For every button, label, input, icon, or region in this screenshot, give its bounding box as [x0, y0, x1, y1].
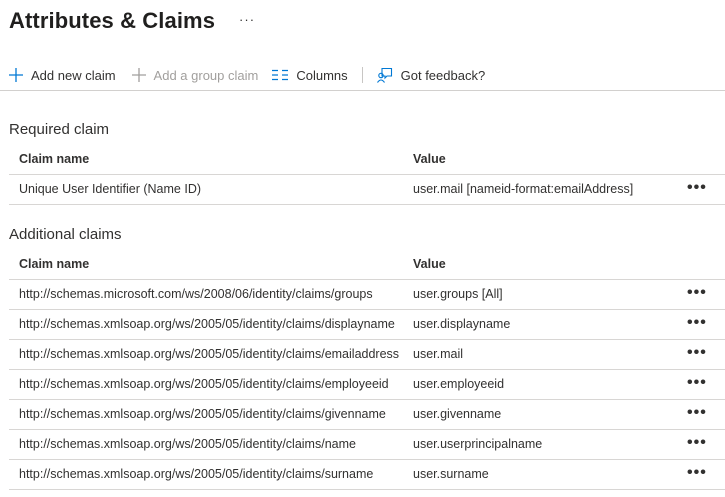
column-header-value[interactable]: Value [413, 250, 446, 279]
table-row[interactable]: http://schemas.xmlsoap.org/ws/2005/05/id… [9, 370, 725, 400]
table-row[interactable]: http://schemas.xmlsoap.org/ws/2005/05/id… [9, 430, 725, 460]
page-more-menu-button[interactable]: ··· [239, 12, 255, 27]
more-icon[interactable]: ••• [687, 280, 707, 306]
more-icon[interactable]: ••• [687, 460, 707, 486]
claim-name-cell: http://schemas.xmlsoap.org/ws/2005/05/id… [19, 377, 389, 391]
claim-value-cell: user.mail [nameid-format:emailAddress] [413, 182, 634, 196]
required-claim-heading: Required claim [9, 121, 110, 138]
add-icon [9, 68, 23, 82]
table-row[interactable]: http://schemas.xmlsoap.org/ws/2005/05/id… [9, 310, 725, 340]
page-header: Attributes & Claims ··· [9, 4, 255, 38]
claim-name-cell: http://schemas.xmlsoap.org/ws/2005/05/id… [19, 347, 400, 361]
feedback-label: Got feedback? [400, 67, 486, 83]
add-group-claim-label: Add a group claim [153, 67, 259, 83]
more-icon[interactable]: ••• [687, 175, 707, 201]
claim-name-cell: http://schemas.xmlsoap.org/ws/2005/05/id… [19, 317, 395, 331]
toolbar-divider-line [0, 90, 725, 91]
add-new-claim-label: Add new claim [31, 67, 116, 83]
add-new-claim-button[interactable]: Add new claim [9, 60, 116, 90]
more-icon[interactable]: ••• [687, 370, 707, 396]
claim-name-cell: http://schemas.xmlsoap.org/ws/2005/05/id… [19, 467, 374, 481]
column-header-value[interactable]: Value [413, 145, 446, 174]
claim-value-cell: user.groups [All] [413, 287, 503, 301]
table-header-row: Claim name Value [9, 145, 725, 175]
additional-claims-table: Claim name Value http://schemas.microsof… [9, 250, 725, 490]
table-row[interactable]: http://schemas.microsoft.com/ws/2008/06/… [9, 280, 725, 310]
claim-name-cell: http://schemas.xmlsoap.org/ws/2005/05/id… [19, 437, 356, 451]
claim-value-cell: user.employeeid [413, 377, 505, 391]
add-group-claim-button[interactable]: Add a group claim [131, 60, 259, 90]
column-header-claim-name[interactable]: Claim name [19, 145, 89, 174]
toolbar-divider [361, 67, 363, 83]
claim-value-cell: user.userprincipalname [413, 437, 543, 451]
claim-value-cell: user.displayname [413, 317, 511, 331]
more-icon[interactable]: ••• [687, 400, 707, 426]
table-row[interactable]: http://schemas.xmlsoap.org/ws/2005/05/id… [9, 340, 725, 370]
claim-value-cell: user.givenname [413, 407, 502, 421]
additional-claims-heading: Additional claims [9, 226, 122, 243]
columns-button[interactable]: Columns [272, 60, 348, 90]
table-row[interactable]: http://schemas.xmlsoap.org/ws/2005/05/id… [9, 400, 725, 430]
feedback-button[interactable]: Got feedback? [376, 60, 486, 90]
claim-value-cell: user.surname [413, 467, 489, 481]
page-title: Attributes & Claims [9, 8, 216, 33]
table-row[interactable]: Unique User Identifier (Name ID) user.ma… [9, 175, 725, 205]
more-icon[interactable]: ••• [687, 340, 707, 366]
column-header-claim-name[interactable]: Claim name [19, 250, 89, 279]
command-bar: Add new claim Add a group claim Columns … [9, 60, 485, 90]
more-icon[interactable]: ••• [687, 310, 707, 336]
columns-label: Columns [296, 67, 348, 83]
columns-icon [272, 69, 289, 81]
claim-name-cell: http://schemas.microsoft.com/ws/2008/06/… [19, 287, 373, 301]
table-header-row: Claim name Value [9, 250, 725, 280]
table-row[interactable]: http://schemas.xmlsoap.org/ws/2005/05/id… [9, 460, 725, 490]
more-icon[interactable]: ••• [687, 430, 707, 456]
required-claim-table: Claim name Value Unique User Identifier … [9, 145, 725, 205]
claim-value-cell: user.mail [413, 347, 464, 361]
feedback-icon [376, 67, 392, 83]
claim-name-cell: Unique User Identifier (Name ID) [19, 182, 202, 196]
claim-name-cell: http://schemas.xmlsoap.org/ws/2005/05/id… [19, 407, 386, 421]
add-icon [131, 68, 146, 82]
